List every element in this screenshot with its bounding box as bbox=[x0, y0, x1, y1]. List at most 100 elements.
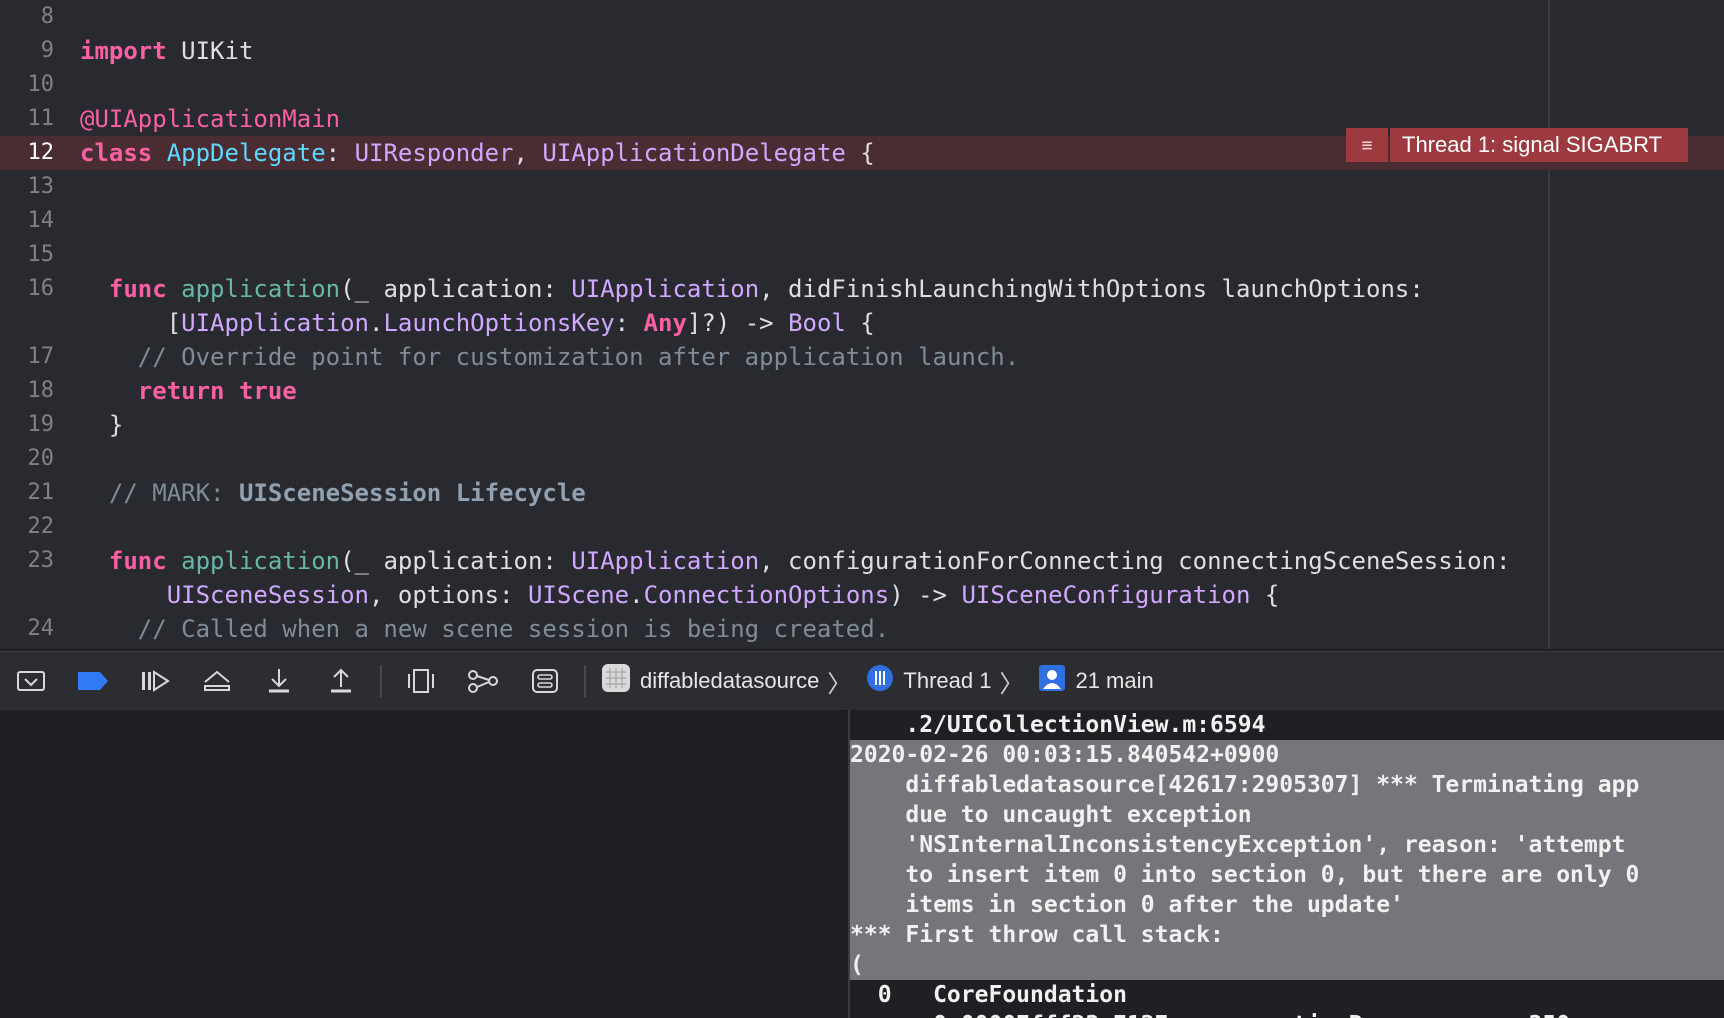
line-number: 16 bbox=[27, 276, 55, 301]
code-text[interactable]: } bbox=[80, 408, 123, 442]
code-text[interactable]: // MARK: UISceneSession Lifecycle bbox=[80, 476, 586, 510]
code-lines[interactable]: 8 9 import UIKit 10 11 @UIApplicationMain 12 cl… bbox=[0, 0, 1724, 646]
code-line[interactable]: UISceneSession, options: UIScene.Connect… bbox=[0, 578, 1724, 612]
code-token: application bbox=[181, 547, 341, 575]
console-line[interactable]: .2/UICollectionView.m:6594 bbox=[850, 710, 1724, 740]
code-token: UIApplicationDelegate bbox=[542, 139, 846, 167]
hide-debug-area-icon[interactable] bbox=[6, 661, 56, 701]
code-line[interactable]: 16 func application(_ application: UIApp… bbox=[0, 272, 1724, 306]
code-token: : bbox=[614, 309, 644, 337]
console-line[interactable]: items in section 0 after the update' bbox=[850, 890, 1724, 920]
code-line[interactable]: 19 } bbox=[0, 408, 1724, 442]
code-text[interactable]: @UIApplicationMain bbox=[80, 102, 340, 136]
code-text[interactable]: func application(_ application: UIApplic… bbox=[80, 544, 1511, 578]
console-line[interactable]: 0x00007fff23c7127e __exceptionPreprocess… bbox=[850, 1010, 1724, 1018]
code-line[interactable]: [UIApplication.LaunchOptionsKey: Any]?) … bbox=[0, 306, 1724, 340]
breadcrumb-thread[interactable]: Thread 1 〉 bbox=[865, 663, 1031, 699]
line-number: 24 bbox=[27, 616, 55, 641]
code-text[interactable]: UISceneSession, options: UIScene.Connect… bbox=[80, 578, 1280, 612]
console-line[interactable]: *** First throw call stack: bbox=[850, 920, 1724, 950]
console-output[interactable]: .2/UICollectionView.m:6594 2020-02-26 00:… bbox=[848, 710, 1724, 1018]
code-token: , bbox=[513, 139, 543, 167]
code-token: LaunchOptionsKey bbox=[383, 309, 615, 337]
thread-icon bbox=[865, 663, 895, 699]
code-text[interactable]: // Override point for customization afte… bbox=[80, 340, 1019, 374]
code-token: UIKit bbox=[166, 37, 254, 65]
code-line[interactable]: 23 func application(_ application: UIApp… bbox=[0, 544, 1724, 578]
code-line[interactable]: 20 bbox=[0, 442, 1724, 476]
code-token: import bbox=[80, 37, 167, 65]
variables-view[interactable] bbox=[0, 710, 846, 1018]
code-token: UISceneSession Lifecycle bbox=[238, 479, 586, 507]
environment-overrides-icon[interactable] bbox=[520, 661, 570, 701]
code-token: @UIApplicationMain bbox=[80, 105, 341, 133]
line-number: 22 bbox=[27, 514, 55, 539]
code-token: [ bbox=[80, 309, 182, 337]
line-number: 13 bbox=[27, 174, 55, 199]
line-number: 23 bbox=[27, 548, 55, 573]
console-line[interactable]: due to uncaught exception bbox=[850, 800, 1724, 830]
breadcrumb-frame-label: 21 main bbox=[1075, 668, 1154, 693]
line-number: 11 bbox=[27, 106, 55, 131]
code-text[interactable]: return true bbox=[80, 374, 297, 408]
code-line[interactable]: 8 bbox=[0, 0, 1724, 34]
view-hierarchy-icon[interactable] bbox=[396, 661, 446, 701]
code-line[interactable]: 14 bbox=[0, 204, 1724, 238]
console-line[interactable]: 'NSInternalInconsistencyException', reas… bbox=[850, 830, 1724, 860]
code-text[interactable]: import UIKit bbox=[80, 34, 253, 68]
line-number: 21 bbox=[27, 480, 55, 505]
code-line[interactable]: 22 bbox=[0, 510, 1724, 544]
source-editor[interactable]: 8 9 import UIKit 10 11 @UIApplicationMain 12 cl… bbox=[0, 0, 1724, 649]
code-token: , options: bbox=[369, 581, 528, 609]
list-icon[interactable]: ≡ bbox=[1346, 128, 1388, 162]
code-token: // Override point for customization afte… bbox=[80, 343, 1020, 371]
error-banner[interactable]: ≡ Thread 1: signal SIGABRT bbox=[1346, 128, 1689, 162]
continue-icon[interactable] bbox=[130, 661, 180, 701]
code-line[interactable]: 24 // Called when a new scene session is… bbox=[0, 612, 1724, 646]
app-icon bbox=[600, 662, 632, 700]
code-token: , configurationForConnecting connectingS… bbox=[759, 547, 1511, 575]
debug-toolbar: diffabledatasource 〉 Thread 1 〉 21 main bbox=[0, 651, 1724, 711]
line-number: 12 bbox=[27, 140, 55, 165]
breadcrumb-frame[interactable]: 21 main bbox=[1037, 663, 1154, 699]
code-line[interactable]: 9 import UIKit bbox=[0, 34, 1724, 68]
console-line[interactable]: 0 CoreFoundation bbox=[850, 980, 1724, 1010]
memory-graph-icon[interactable] bbox=[458, 661, 508, 701]
code-token: (_ application: bbox=[340, 547, 572, 575]
code-token: UISceneSession bbox=[166, 581, 369, 609]
error-message[interactable]: Thread 1: signal SIGABRT bbox=[1390, 128, 1689, 162]
breadcrumb-app[interactable]: diffabledatasource 〉 bbox=[600, 662, 859, 700]
code-line[interactable]: 15 bbox=[0, 238, 1724, 272]
step-out-icon[interactable] bbox=[316, 661, 366, 701]
code-token: (_ application: bbox=[340, 275, 572, 303]
code-token: UIResponder bbox=[354, 139, 514, 167]
code-line[interactable]: 17 // Override point for customization a… bbox=[0, 340, 1724, 374]
code-token: Any bbox=[643, 309, 687, 337]
line-number: 14 bbox=[27, 208, 55, 233]
code-token: } bbox=[80, 411, 124, 439]
console-line[interactable]: to insert item 0 into section 0, but the… bbox=[850, 860, 1724, 890]
code-text[interactable]: [UIApplication.LaunchOptionsKey: Any]?) … bbox=[80, 306, 875, 340]
console-line[interactable]: 2020-02-26 00:03:15.840542+0900 bbox=[850, 740, 1724, 770]
line-number: 8 bbox=[40, 4, 54, 29]
step-into-icon[interactable] bbox=[254, 661, 304, 701]
code-token: true bbox=[238, 377, 297, 405]
console-line[interactable]: diffabledatasource[42617:2905307] *** Te… bbox=[850, 770, 1724, 800]
code-line[interactable]: 21 // MARK: UISceneSession Lifecycle bbox=[0, 476, 1724, 510]
line-number: 10 bbox=[27, 72, 55, 97]
code-line[interactable]: 13 bbox=[0, 170, 1724, 204]
code-line[interactable]: 10 bbox=[0, 68, 1724, 102]
code-token: AppDelegate bbox=[166, 139, 326, 167]
code-text[interactable]: class AppDelegate: UIResponder, UIApplic… bbox=[80, 136, 875, 170]
step-over-icon[interactable] bbox=[192, 661, 242, 701]
code-text[interactable]: // Called when a new scene session is be… bbox=[80, 612, 889, 646]
console-line[interactable]: ( bbox=[850, 950, 1724, 980]
code-line[interactable]: 18 return true bbox=[0, 374, 1724, 408]
breakpoints-toggle-icon[interactable] bbox=[68, 661, 118, 701]
code-token: // Called when a new scene session is be… bbox=[80, 615, 890, 643]
code-token: Bool bbox=[788, 309, 846, 337]
code-text[interactable]: func application(_ application: UIApplic… bbox=[80, 272, 1424, 306]
